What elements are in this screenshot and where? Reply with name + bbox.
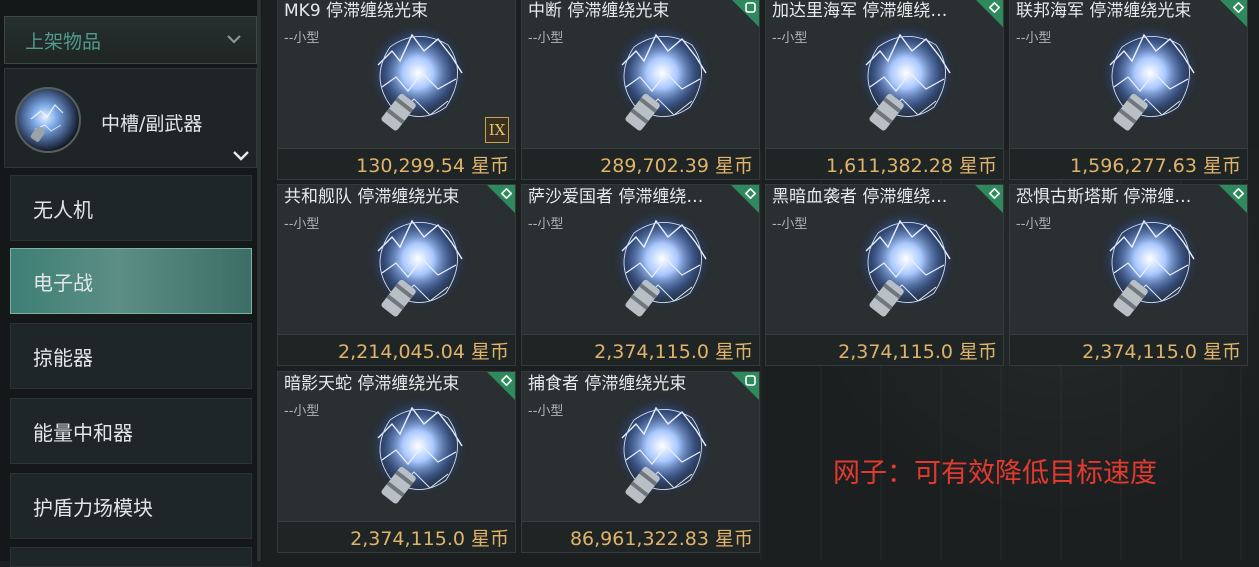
chevron-down-icon[interactable] — [230, 147, 252, 165]
price-bar: 2,374,115.0 星币 — [766, 334, 1003, 365]
category-label: 中槽/副武器 — [101, 113, 203, 135]
diamond-icon — [1233, 2, 1244, 13]
item-size: --小型 — [1016, 217, 1052, 232]
stasis-webifier-icon — [15, 87, 81, 153]
item-size: --小型 — [528, 404, 564, 419]
category-header[interactable]: 中槽/副武器 — [4, 68, 257, 168]
price-bar: 2,374,115.0 星币 — [1010, 334, 1247, 365]
diamond-icon — [745, 188, 756, 199]
item-price: 130,299.54 星币 — [356, 154, 509, 177]
item-price: 1,611,382.28 星币 — [826, 154, 997, 177]
item-card[interactable]: 联邦海军 停滞缠绕光束 --小型 1,596,277.63 星币 — [1009, 0, 1248, 180]
item-card[interactable]: 共和舰队 停滞缠绕光束 --小型 2,214,045.04 星币 — [277, 184, 516, 366]
item-card[interactable]: MK9 停滞缠绕光束 --小型 IX 130,299.54 星币 — [277, 0, 516, 180]
item-price: 289,702.39 星币 — [600, 154, 753, 177]
item-price: 2,374,115.0 星币 — [838, 340, 997, 363]
price-bar: 289,702.39 星币 — [522, 148, 759, 179]
item-card[interactable]: 黑暗血袭者 停滞缠绕… --小型 2,374,115.0 星币 — [765, 184, 1004, 366]
stasis-webifier-icon — [610, 21, 714, 131]
diamond-icon — [501, 375, 512, 386]
diamond-icon — [1233, 188, 1244, 199]
sidebar-item-label: 护盾力场模块 — [33, 495, 153, 520]
price-bar: 86,961,322.83 星币 — [522, 521, 759, 552]
sidebar-item-label: 无人机 — [33, 197, 93, 222]
item-size: --小型 — [284, 404, 320, 419]
item-card[interactable]: 捕食者 停滞缠绕光束 --小型 86,961,322.83 星币 — [521, 371, 760, 553]
sidebar-item-energy-neutralizer[interactable]: 能量中和器 — [10, 398, 252, 464]
item-size: --小型 — [284, 31, 320, 46]
item-card[interactable]: 恐惧古斯塔斯 停滞缠… --小型 2,374,115.0 星币 — [1009, 184, 1248, 366]
price-bar: 130,299.54 星币 — [278, 148, 515, 179]
stasis-webifier-icon — [610, 394, 714, 504]
item-card[interactable]: 中断 停滞缠绕光束 --小型 289,702.39 星币 — [521, 0, 760, 180]
item-size: --小型 — [528, 31, 564, 46]
diamond-icon — [989, 188, 1000, 199]
stasis-webifier-icon — [854, 21, 958, 131]
annotation-text: 网子：可有效降低目标速度 — [833, 458, 1157, 489]
sidebar-item-shield-module[interactable]: 护盾力场模块 — [10, 473, 252, 539]
price-bar: 2,374,115.0 星币 — [522, 334, 759, 365]
sidebar-item-label: 掠能器 — [33, 345, 93, 370]
item-size: --小型 — [528, 217, 564, 232]
stasis-webifier-icon — [366, 21, 470, 131]
stasis-webifier-icon — [366, 207, 470, 317]
item-card[interactable]: 加达里海军 停滞缠绕… --小型 1,611,382.28 星币 — [765, 0, 1004, 180]
stasis-webifier-icon — [854, 207, 958, 317]
item-price: 2,374,115.0 星币 — [350, 527, 509, 550]
item-card[interactable]: 暗影天蛇 停滞缠绕光束 --小型 2,374,115.0 星币 — [277, 371, 516, 553]
price-bar: 1,611,382.28 星币 — [766, 148, 1003, 179]
tech-level-badge: IX — [485, 117, 509, 143]
item-size: --小型 — [284, 217, 320, 232]
item-size: --小型 — [1016, 31, 1052, 46]
stasis-webifier-icon — [1098, 207, 1202, 317]
item-price: 1,596,277.63 星币 — [1070, 154, 1241, 177]
sidebar-item-more[interactable] — [10, 547, 252, 567]
stasis-webifier-icon — [366, 394, 470, 504]
sidebar-item-label: 能量中和器 — [33, 420, 133, 445]
chevron-down-icon — [227, 35, 241, 44]
item-size: --小型 — [772, 217, 808, 232]
sidebar: 上架物品 中槽/副武器 无人机 电子战 掠能器 能量中和器 护盾力场模块 — [0, 0, 262, 567]
square-icon — [745, 375, 756, 386]
dropdown-label: 上架物品 — [25, 30, 102, 53]
item-size: --小型 — [772, 31, 808, 46]
sidebar-scrollbar[interactable] — [257, 0, 261, 561]
price-bar: 2,374,115.0 星币 — [278, 521, 515, 552]
listing-dropdown[interactable]: 上架物品 — [4, 16, 257, 64]
diamond-icon — [989, 2, 1000, 13]
item-price: 2,374,115.0 星币 — [1082, 340, 1241, 363]
sidebar-item-drones[interactable]: 无人机 — [10, 175, 252, 241]
sidebar-item-ewar[interactable]: 电子战 — [10, 248, 252, 314]
stasis-webifier-icon — [610, 207, 714, 317]
item-price: 86,961,322.83 星币 — [569, 527, 753, 550]
item-card[interactable]: 萨沙爱国者 停滞缠绕… --小型 2,374,115.0 星币 — [521, 184, 760, 366]
price-bar: 2,214,045.04 星币 — [278, 334, 515, 365]
item-price: 2,214,045.04 星币 — [338, 340, 509, 363]
item-price: 2,374,115.0 星币 — [594, 340, 753, 363]
stasis-webifier-icon — [1098, 21, 1202, 131]
square-icon — [745, 2, 756, 13]
sidebar-item-energy-vampire[interactable]: 掠能器 — [10, 323, 252, 389]
sidebar-item-label: 电子战 — [33, 270, 93, 295]
diamond-icon — [501, 188, 512, 199]
price-bar: 1,596,277.63 星币 — [1010, 148, 1247, 179]
